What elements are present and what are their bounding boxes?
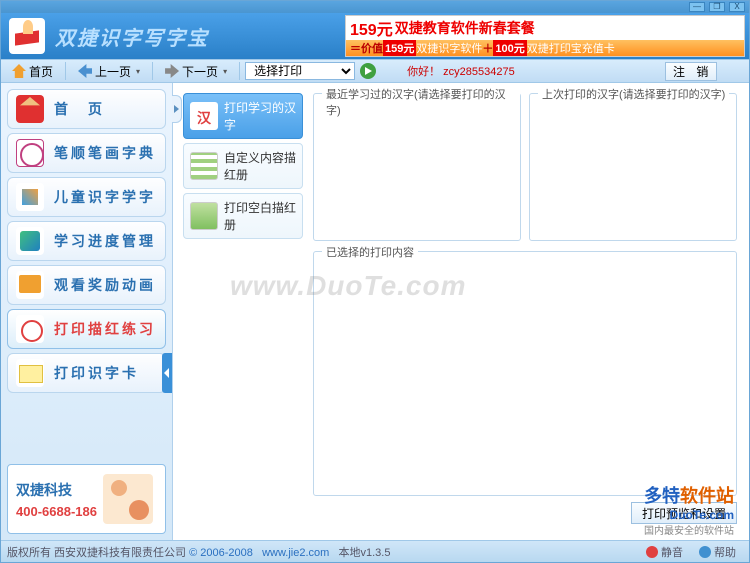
home-icon	[16, 95, 44, 123]
panel-selected-legend: 已选择的打印内容	[322, 244, 418, 260]
sidebar-item-print-card[interactable]: 打印识字卡	[7, 353, 166, 393]
sidebar-collapse-handle[interactable]	[172, 95, 182, 123]
print-icon	[16, 315, 44, 343]
forward-button[interactable]: 下一页 ▾	[158, 61, 234, 81]
ad-text-2: 双捷打印宝充值卡	[527, 40, 615, 56]
mute-button[interactable]: 静音	[639, 543, 690, 561]
ad-text-1: 双捷识字软件	[416, 40, 482, 56]
greeting-user: zcy285534275	[443, 66, 515, 78]
panel-recent[interactable]: 最近学习过的汉字(请选择要打印的汉字)	[313, 93, 521, 241]
ad-price: 159元	[350, 16, 393, 40]
ad-top-text: 双捷教育软件新春套餐	[395, 18, 535, 38]
sidebar-item-animation[interactable]: 观看奖励动画	[7, 265, 166, 305]
ad-plus: ＋	[482, 40, 493, 56]
version-label: 本地v1.3.5	[338, 547, 390, 559]
sidebar-item-print-practice[interactable]: 打印描红练习	[7, 309, 166, 349]
greeting: 你好！ zcy285534275	[407, 63, 515, 79]
sidebar-item-label: 笔顺笔画字典	[54, 143, 156, 163]
dict-icon	[16, 139, 44, 167]
subnav-print-learned[interactable]: 打印学习的汉字	[183, 93, 303, 139]
print-preview-button[interactable]: 打印预览和设置	[631, 502, 737, 524]
app-logo-icon	[9, 18, 45, 54]
help-icon	[699, 546, 711, 558]
forward-label: 下一页	[182, 63, 218, 80]
panel-last-legend: 上次打印的汉字(请选择要打印的汉字)	[538, 86, 729, 102]
toolbar-separator	[239, 62, 240, 80]
animation-icon	[16, 271, 44, 299]
learned-icon	[190, 102, 218, 130]
home-label: 首页	[29, 63, 53, 80]
sub-nav: 打印学习的汉字 自定义内容描红册 打印空白描红册	[179, 89, 307, 534]
subnav-custom-book[interactable]: 自定义内容描红册	[183, 143, 303, 189]
sidebar-item-label: 打印描红练习	[54, 319, 156, 339]
greeting-label: 你好！	[407, 66, 440, 78]
logout-button[interactable]: 注 销	[665, 62, 717, 81]
forward-icon	[165, 64, 179, 78]
copyright-site: www.jie2.com	[262, 547, 329, 559]
copyright-text: 版权所有 西安双捷科技有限责任公司	[7, 547, 186, 559]
custom-icon	[190, 152, 218, 180]
subnav-label: 自定义内容描红册	[224, 149, 296, 183]
subnav-label: 打印学习的汉字	[224, 99, 296, 133]
header: 双捷识字写字宝 159元 双捷教育软件新春套餐 ＝价值 159元 双捷识字软件 …	[1, 13, 749, 59]
support-phone: 400-6688-186	[16, 504, 97, 519]
support-company: 双捷科技	[16, 480, 97, 500]
support-image	[103, 474, 153, 524]
blank-icon	[190, 202, 218, 230]
close-button[interactable]: X	[729, 2, 745, 12]
child-icon	[16, 183, 44, 211]
sidebar-item-child-learn[interactable]: 儿童识字学字	[7, 177, 166, 217]
toolbar-separator	[65, 62, 66, 80]
statusbar: 版权所有 西安双捷科技有限责任公司 © 2006-2008 www.jie2.c…	[1, 540, 749, 562]
main: 首 页 笔顺笔画字典 儿童识字学字 学习进度管理 观看奖励动画 打印描红练习 打…	[1, 83, 749, 540]
progress-icon	[16, 227, 44, 255]
titlebar: — ❐ X	[1, 1, 749, 13]
sidebar-item-label: 学习进度管理	[54, 231, 156, 251]
ad-price-1: 159元	[383, 40, 416, 56]
copyright: 版权所有 西安双捷科技有限责任公司 © 2006-2008 www.jie2.c…	[7, 544, 637, 560]
panel-recent-legend: 最近学习过的汉字(请选择要打印的汉字)	[322, 86, 520, 118]
mute-icon	[646, 546, 658, 558]
subnav-label: 打印空白描红册	[224, 199, 296, 233]
ad-price-2: 100元	[493, 40, 526, 56]
sidebar-item-label: 打印识字卡	[54, 363, 139, 383]
back-button[interactable]: 上一页 ▾	[71, 61, 147, 81]
print-select[interactable]: 选择打印	[245, 62, 355, 80]
sidebar-scroll-handle[interactable]	[162, 353, 172, 393]
ad-banner[interactable]: 159元 双捷教育软件新春套餐 ＝价值 159元 双捷识字软件 ＋ 100元 双…	[345, 15, 745, 57]
subnav-blank-book[interactable]: 打印空白描红册	[183, 193, 303, 239]
panel-selected[interactable]: 已选择的打印内容	[313, 251, 737, 496]
back-icon	[78, 64, 92, 78]
sidebar: 首 页 笔顺笔画字典 儿童识字学字 学习进度管理 观看奖励动画 打印描红练习 打…	[1, 83, 173, 540]
card-icon	[16, 359, 44, 387]
minimize-button[interactable]: —	[689, 2, 705, 12]
panels: 最近学习过的汉字(请选择要打印的汉字) 上次打印的汉字(请选择要打印的汉字) 已…	[307, 89, 743, 534]
sidebar-item-label: 观看奖励动画	[54, 275, 156, 295]
dropdown-icon: ▾	[136, 67, 140, 76]
sidebar-item-label: 儿童识字学字	[54, 187, 156, 207]
app-title: 双捷识字写字宝	[55, 22, 209, 51]
copyright-years: © 2006-2008	[189, 547, 253, 559]
panel-last-printed[interactable]: 上次打印的汉字(请选择要打印的汉字)	[529, 93, 737, 241]
help-label: 帮助	[714, 544, 736, 560]
mute-label: 静音	[661, 544, 683, 560]
maximize-button[interactable]: ❐	[709, 2, 725, 12]
toolbar-separator	[152, 62, 153, 80]
go-button[interactable]	[359, 62, 377, 80]
dropdown-icon: ▾	[223, 67, 227, 76]
home-icon	[12, 64, 26, 78]
content: 打印学习的汉字 自定义内容描红册 打印空白描红册 最近学习过的汉字(请选择要打印…	[173, 83, 749, 540]
sidebar-item-progress[interactable]: 学习进度管理	[7, 221, 166, 261]
sidebar-item-label: 首 页	[54, 99, 105, 119]
support-box: 双捷科技 400-6688-186	[7, 464, 166, 534]
sidebar-item-home[interactable]: 首 页	[7, 89, 166, 129]
ad-eq: ＝价值	[350, 40, 383, 56]
home-button[interactable]: 首页	[5, 61, 60, 81]
sidebar-item-stroke-dict[interactable]: 笔顺笔画字典	[7, 133, 166, 173]
help-button[interactable]: 帮助	[692, 543, 743, 561]
toolbar: 首页 上一页 ▾ 下一页 ▾ 选择打印 你好！ zcy285534275 注 销	[1, 59, 749, 83]
back-label: 上一页	[95, 63, 131, 80]
